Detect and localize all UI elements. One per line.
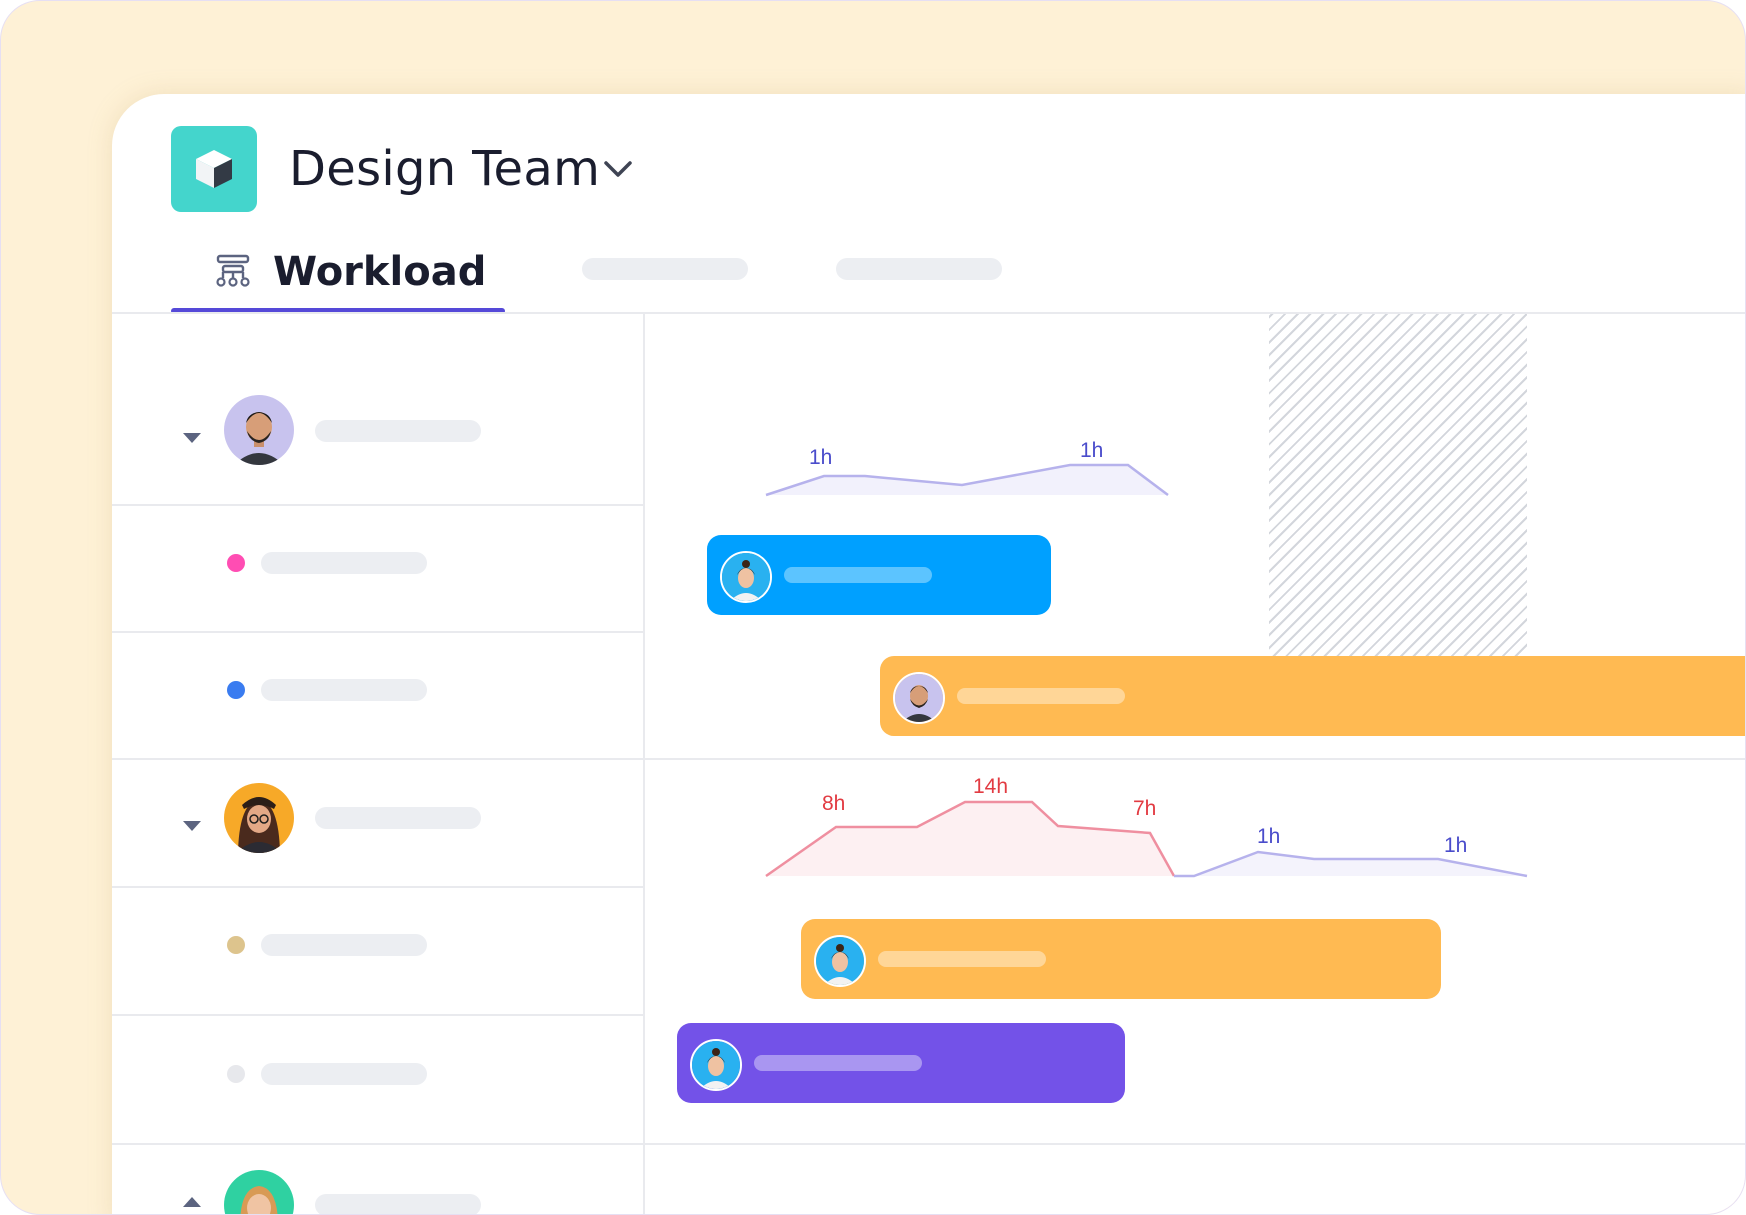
- workload-label: 1h: [1444, 834, 1467, 857]
- workload-label: 1h: [1257, 825, 1280, 848]
- workload-chart-member-2: 8h 14h 7h 1h 1h: [765, 775, 1528, 878]
- assignee-avatar: [690, 1039, 742, 1091]
- task-bar[interactable]: [677, 1023, 1125, 1103]
- workload-label: 7h: [1133, 797, 1156, 820]
- workload-label: 14h: [973, 775, 1008, 798]
- workload-label: 8h: [822, 792, 845, 815]
- task-title-placeholder: [878, 951, 1046, 967]
- task-title-placeholder: [957, 688, 1125, 704]
- task-bar[interactable]: [880, 656, 1745, 736]
- workload-chart-member-1: 1h 1h: [765, 439, 1169, 497]
- app-window: Design Team Workload 1h 1h 8h 14h 7h 1h …: [112, 94, 1745, 1214]
- workload-label: 1h: [1080, 439, 1103, 462]
- task-bar[interactable]: [707, 535, 1051, 615]
- app-frame: Design Team Workload 1h 1h 8h 14h 7h 1h …: [0, 0, 1746, 1215]
- assignee-avatar: [814, 935, 866, 987]
- task-title-placeholder: [784, 567, 932, 583]
- task-title-placeholder: [754, 1055, 922, 1071]
- assignee-avatar: [720, 551, 772, 603]
- workload-label: 1h: [809, 446, 832, 469]
- task-bar[interactable]: [801, 919, 1441, 999]
- assignee-avatar: [893, 672, 945, 724]
